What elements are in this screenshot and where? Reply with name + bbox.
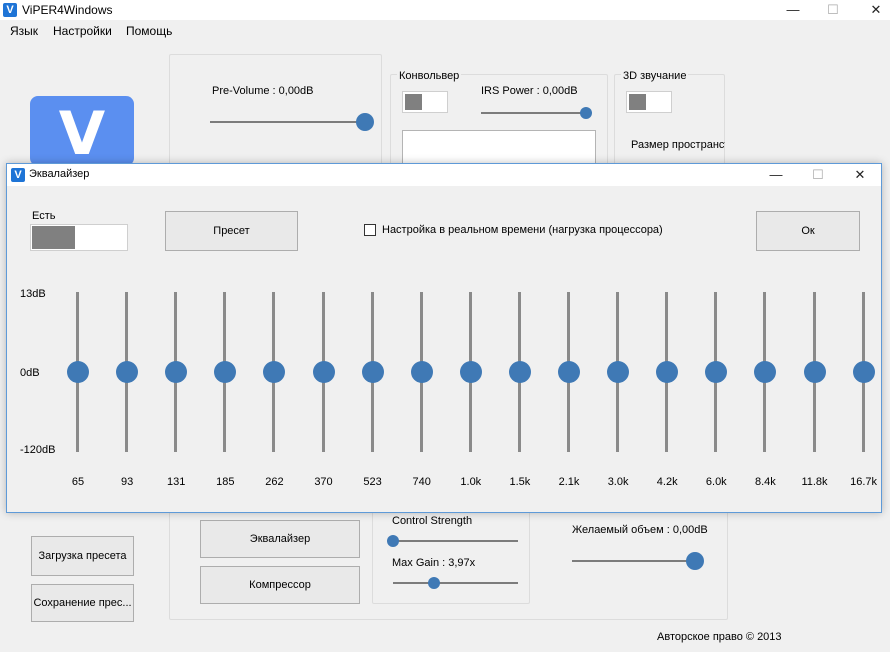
- eq-band-slider[interactable]: [263, 361, 286, 383]
- toggle-knob: [405, 94, 422, 110]
- equalizer-button[interactable]: Эквалайзер: [200, 520, 360, 558]
- eq-band: 11.8k: [795, 292, 835, 514]
- eq-band-slider[interactable]: [410, 361, 433, 383]
- eq-enable-label: Есть: [32, 210, 56, 222]
- eq-band: 262: [254, 292, 294, 514]
- dialog-close-button[interactable]: ✕: [840, 165, 880, 185]
- equalizer-dialog: V Эквалайзер — ☐ ✕ Есть Пресет Настройка…: [6, 163, 882, 513]
- desired-volume-slider[interactable]: [686, 552, 704, 570]
- eq-band: 16.7k: [844, 292, 884, 514]
- pre-volume-slider[interactable]: [356, 113, 374, 131]
- close-button[interactable]: ✕: [856, 0, 890, 20]
- max-gain-label: Max Gain : 3,97x: [392, 557, 476, 569]
- eq-preset-button[interactable]: Пресет: [165, 211, 298, 251]
- eq-band-slider[interactable]: [852, 361, 875, 383]
- eq-band-slider[interactable]: [361, 361, 384, 383]
- eq-band: 8.4k: [745, 292, 785, 514]
- eq-band: 370: [304, 292, 344, 514]
- eq-band-slider[interactable]: [705, 361, 728, 383]
- eq-band: 185: [205, 292, 245, 514]
- equalizer-title-bar[interactable]: V Эквалайзер — ☐ ✕: [7, 164, 881, 186]
- equalizer-title: Эквалайзер: [29, 168, 90, 180]
- eq-band: 4.2k: [647, 292, 687, 514]
- main-title-bar[interactable]: V ViPER4Windows — ☐ ✕: [0, 0, 890, 20]
- eq-band-slider[interactable]: [459, 361, 482, 383]
- irs-power-track: [481, 112, 586, 114]
- eq-band: 131: [156, 292, 196, 514]
- viper-logo: V: [30, 96, 134, 166]
- logo-v-glyph: V: [58, 99, 106, 166]
- eq-band-slider[interactable]: [656, 361, 679, 383]
- load-preset-button[interactable]: Загрузка пресета: [31, 536, 134, 576]
- surround-group: 3D звучание Размер пространств: [614, 70, 725, 166]
- eq-band-frequency: 16.7k: [850, 476, 878, 488]
- app-icon: V: [3, 3, 17, 17]
- eq-band: 740: [402, 292, 442, 514]
- irs-power-label: IRS Power : 0,00dB: [481, 85, 578, 97]
- toggle-knob: [629, 94, 646, 110]
- pre-volume-label: Pre-Volume : 0,00dB: [212, 85, 314, 97]
- realtime-checkbox-label: Настройка в реальном времени (нагрузка п…: [382, 224, 663, 236]
- compressor-button[interactable]: Компрессор: [200, 566, 360, 604]
- max-gain-slider[interactable]: [428, 577, 441, 589]
- eq-band-slider[interactable]: [312, 361, 335, 383]
- pre-volume-group: Pre-Volume : 0,00dB: [169, 54, 382, 166]
- space-size-label: Размер пространств: [631, 139, 725, 151]
- eq-band-slider[interactable]: [508, 361, 531, 383]
- convolver-toggle[interactable]: [402, 91, 448, 113]
- eq-band-slider[interactable]: [754, 361, 777, 383]
- window-title: ViPER4Windows: [22, 3, 113, 17]
- eq-band: 3.0k: [598, 292, 638, 514]
- save-preset-button[interactable]: Сохранение прес...: [31, 584, 134, 622]
- desired-volume-label: Желаемый объем : 0,00dB: [572, 524, 708, 536]
- eq-band: 65: [58, 292, 98, 514]
- control-strength-label: Control Strength: [392, 515, 473, 527]
- convolver-group: Конвольвер IRS Power : 0,00dB: [390, 70, 608, 166]
- db-max-label: 13dB: [20, 288, 46, 300]
- eq-band-slider[interactable]: [214, 361, 237, 383]
- pre-volume-track: [210, 121, 365, 123]
- eq-band-slider[interactable]: [116, 361, 139, 383]
- eq-band: 6.0k: [696, 292, 736, 514]
- convolver-label: Конвольвер: [397, 70, 462, 82]
- eq-band: 93: [107, 292, 147, 514]
- eq-band: 523: [353, 292, 393, 514]
- eq-band-slider[interactable]: [165, 361, 188, 383]
- control-strength-slider[interactable]: [387, 535, 399, 547]
- eq-ok-button[interactable]: Ок: [756, 211, 860, 251]
- eq-band: 2.1k: [549, 292, 589, 514]
- surround-label: 3D звучание: [621, 70, 689, 82]
- realtime-checkbox[interactable]: [364, 224, 376, 236]
- eq-band: 1.5k: [500, 292, 540, 514]
- db-mid-label: 0dB: [20, 367, 40, 379]
- eq-enable-toggle[interactable]: [30, 224, 128, 251]
- maximize-button[interactable]: ☐: [813, 0, 853, 20]
- eq-band-slider[interactable]: [67, 361, 89, 383]
- menu-help[interactable]: Помощь: [126, 24, 172, 38]
- dialog-maximize-button[interactable]: ☐: [798, 165, 838, 185]
- toggle-knob: [32, 226, 75, 249]
- dialog-minimize-button[interactable]: —: [756, 165, 796, 185]
- max-gain-track: [393, 582, 518, 584]
- copyright-text: Авторское право © 2013: [657, 631, 782, 643]
- control-strength-track: [393, 540, 518, 542]
- menu-settings[interactable]: Настройки: [53, 24, 112, 38]
- db-min-label: -120dB: [20, 444, 56, 456]
- irs-file-box[interactable]: [402, 130, 596, 164]
- irs-power-slider[interactable]: [580, 107, 592, 119]
- surround-toggle[interactable]: [626, 91, 672, 113]
- minimize-button[interactable]: —: [773, 0, 813, 20]
- eq-band-slider[interactable]: [803, 361, 826, 383]
- agc-group: Control Strength Max Gain : 3,97x: [372, 508, 530, 604]
- eq-band: 1.0k: [451, 292, 491, 514]
- eq-band-slider[interactable]: [558, 361, 580, 383]
- desired-volume-track: [572, 560, 695, 562]
- menu-bar: Язык Настройки Помощь: [0, 20, 890, 42]
- dialog-app-icon: V: [11, 168, 25, 182]
- menu-language[interactable]: Язык: [10, 24, 38, 38]
- eq-band-slider[interactable]: [607, 361, 630, 383]
